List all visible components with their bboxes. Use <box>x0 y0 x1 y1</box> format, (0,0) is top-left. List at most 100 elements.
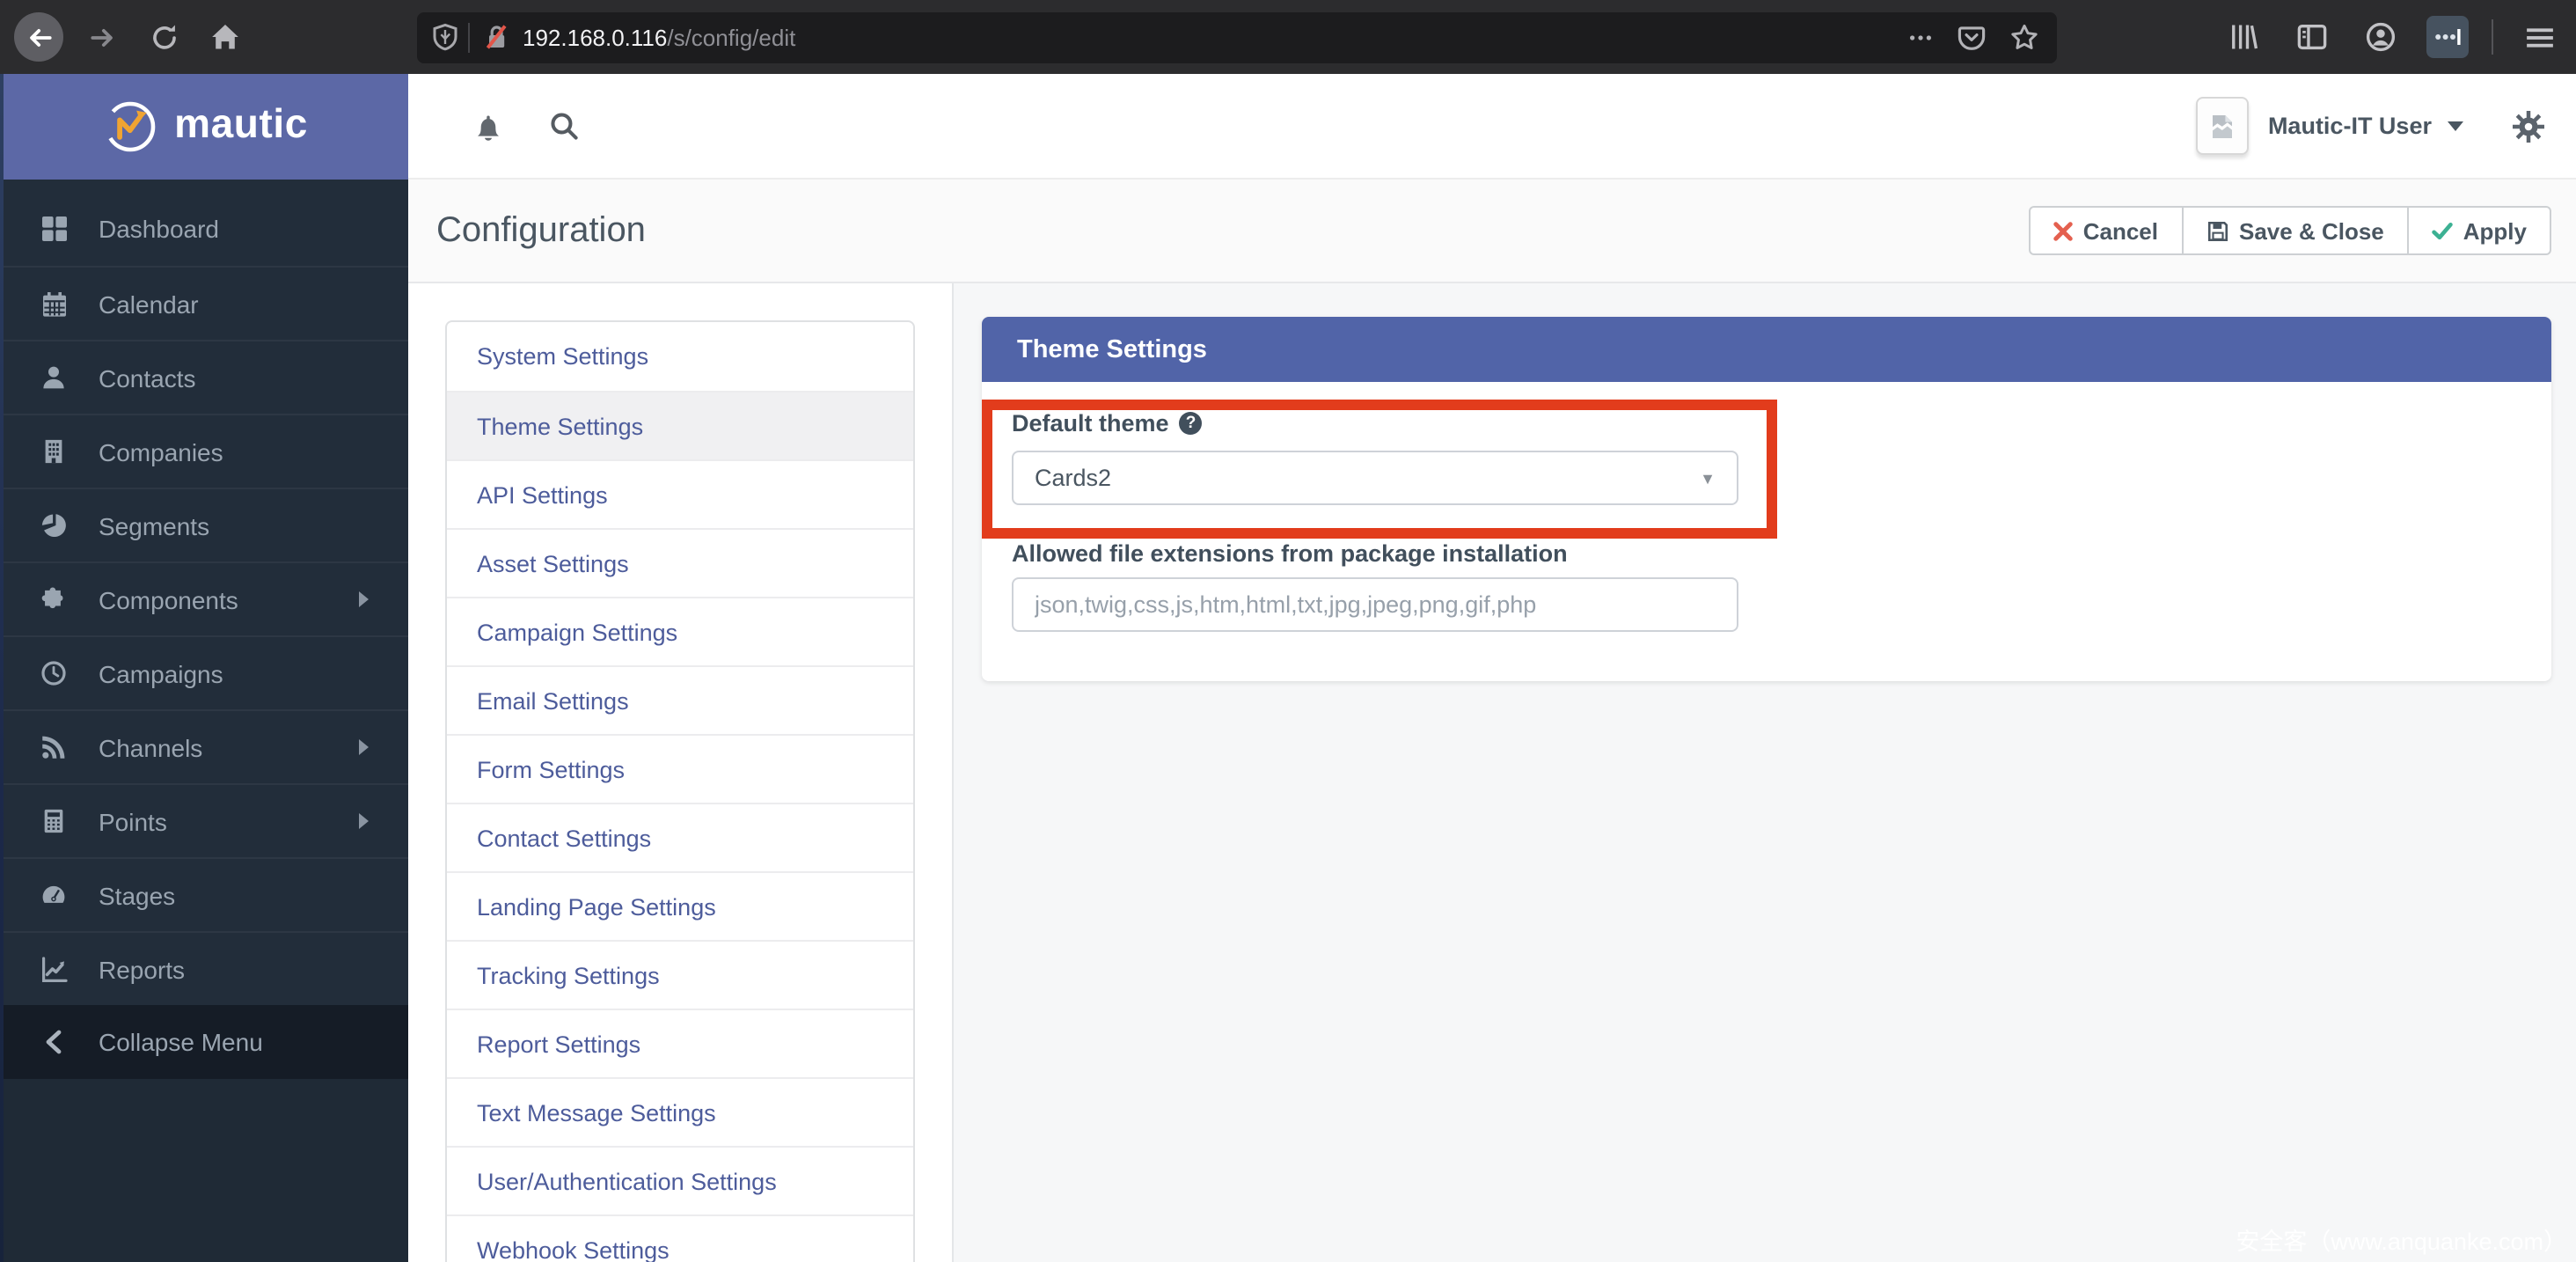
mautic-logo-icon <box>100 96 160 156</box>
url-bar[interactable]: 192.168.0.116/s/config/edit <box>417 11 2057 62</box>
help-question-icon[interactable]: ? <box>1179 412 1203 435</box>
select-caret-icon: ▼ <box>1700 469 1716 487</box>
sidebars-icon[interactable] <box>2289 14 2335 60</box>
settings-nav-item-contact[interactable]: Contact Settings <box>447 803 913 871</box>
pocket-icon[interactable] <box>1957 22 1987 52</box>
gauge-icon <box>39 882 69 908</box>
sidebar-item-label: Contacts <box>99 363 196 392</box>
sidebar-item-segments[interactable]: Segments <box>0 488 408 561</box>
settings-nav-item-email[interactable]: Email Settings <box>447 665 913 734</box>
sidebar-item-label: Calendar <box>99 290 199 318</box>
settings-nav-item-system[interactable]: System Settings <box>447 322 913 391</box>
cancel-button[interactable]: Cancel <box>2028 206 2183 255</box>
settings-nav-item-form[interactable]: Form Settings <box>447 734 913 803</box>
sidebar-item-points[interactable]: Points <box>0 783 408 857</box>
panel-title: Theme Settings <box>982 317 2551 382</box>
mautic-logo[interactable]: mautic <box>0 73 408 179</box>
sidebar-item-contacts[interactable]: Contacts <box>0 340 408 414</box>
save-close-button[interactable]: Save & Close <box>2181 206 2409 255</box>
page-header: Configuration Cancel Save & Close Apply <box>408 180 2576 283</box>
sidebar-item-campaigns[interactable]: Campaigns <box>0 635 408 709</box>
submenu-arrow-icon <box>359 813 370 829</box>
screen: 192.168.0.116/s/config/edit mautic Mauti… <box>0 0 2576 1262</box>
apply-button[interactable]: Apply <box>2406 206 2551 255</box>
sidebar-item-label: Components <box>99 585 238 613</box>
browser-toolbar: 192.168.0.116/s/config/edit <box>0 0 2576 74</box>
toolbar-separator <box>2492 19 2493 55</box>
insecure-lock-icon[interactable] <box>482 23 510 51</box>
sidebar-item-label: Companies <box>99 437 223 466</box>
cancel-x-icon <box>2053 221 2073 240</box>
settings-nav-item-tracking[interactable]: Tracking Settings <box>447 940 913 1009</box>
forward-button[interactable] <box>79 14 125 60</box>
sidebar-item-label: Campaigns <box>99 659 223 687</box>
password-manager-extension-icon[interactable] <box>2426 16 2469 58</box>
submenu-arrow-icon <box>359 739 370 755</box>
settings-nav-item-campaign[interactable]: Campaign Settings <box>447 597 913 665</box>
settings-nav-item-webhook[interactable]: Webhook Settings <box>447 1214 913 1262</box>
default-theme-value: Cards2 <box>1035 465 1112 491</box>
notifications-bell-icon[interactable] <box>473 110 503 142</box>
avatar[interactable] <box>2195 97 2249 155</box>
account-icon[interactable] <box>2358 14 2404 60</box>
settings-nav-item-asset[interactable]: Asset Settings <box>447 528 913 597</box>
sidebar-item-label: Reports <box>99 955 186 983</box>
collapse-menu-label: Collapse Menu <box>99 1028 263 1056</box>
page-actions-icon[interactable] <box>1907 24 1934 50</box>
sidebar-item-reports[interactable]: Reports <box>0 931 408 1005</box>
url-path: /s/config/edit <box>667 24 796 50</box>
url-text[interactable]: 192.168.0.116/s/config/edit <box>523 24 1907 50</box>
settings-nav-item-text-message[interactable]: Text Message Settings <box>447 1077 913 1146</box>
user-menu[interactable]: Mautic-IT User <box>2195 97 2497 155</box>
settings-nav-list: System Settings Theme Settings API Setti… <box>445 320 915 1262</box>
back-button[interactable] <box>14 12 63 62</box>
pie-chart-icon <box>39 512 69 539</box>
default-theme-label: Default theme <box>1012 410 1169 437</box>
settings-nav-item-api[interactable]: API Settings <box>447 459 913 528</box>
theme-settings-panel: Theme Settings Default theme ? Cards2 ▼ <box>982 317 2551 681</box>
settings-panel-area: Theme Settings Default theme ? Cards2 ▼ <box>954 283 2576 1262</box>
reload-icon <box>149 22 179 52</box>
menu-hamburger-icon[interactable] <box>2516 14 2562 60</box>
settings-gear-icon[interactable] <box>2513 110 2544 142</box>
sidebar-item-dashboard[interactable]: Dashboard <box>0 192 408 266</box>
sidebar-item-stages[interactable]: Stages <box>0 857 408 931</box>
sidebar-item-label: Dashboard <box>99 215 219 243</box>
browser-nav-buttons <box>14 12 248 62</box>
settings-nav-item-theme[interactable]: Theme Settings <box>447 391 913 459</box>
watermark: 安全客（www.anquanke.com） <box>2236 1229 2567 1255</box>
home-icon <box>209 21 241 53</box>
submenu-arrow-icon <box>359 591 370 607</box>
back-icon <box>24 22 54 52</box>
sidebar-item-components[interactable]: Components <box>0 561 408 635</box>
library-icon[interactable] <box>2221 14 2266 60</box>
sidebar-item-companies[interactable]: Companies <box>0 414 408 488</box>
default-theme-select[interactable]: Cards2 ▼ <box>1012 451 1738 505</box>
settings-nav-item-report[interactable]: Report Settings <box>447 1009 913 1077</box>
apply-label: Apply <box>2463 217 2527 244</box>
puzzle-icon <box>39 586 69 613</box>
floppy-disk-icon <box>2206 219 2228 242</box>
tracking-shield-icon[interactable] <box>431 23 459 51</box>
bookmark-star-icon[interactable] <box>2009 22 2039 52</box>
settings-nav-item-user-auth[interactable]: User/Authentication Settings <box>447 1146 913 1214</box>
sidebar-item-channels[interactable]: Channels <box>0 709 408 783</box>
sidebar-item-calendar[interactable]: Calendar <box>0 266 408 340</box>
cancel-label: Cancel <box>2082 217 2158 244</box>
calendar-icon <box>39 290 69 318</box>
home-button[interactable] <box>202 14 248 60</box>
search-icon[interactable] <box>549 111 579 141</box>
user-name[interactable]: Mautic-IT User <box>2268 113 2432 139</box>
sidebar-item-label: Stages <box>99 881 176 909</box>
forward-icon <box>87 22 117 52</box>
allowed-ext-input[interactable] <box>1012 577 1738 632</box>
sidebar: Dashboard Calendar Contacts Companies Se… <box>0 180 408 1262</box>
chevron-left-icon <box>39 1030 69 1054</box>
reload-button[interactable] <box>141 14 187 60</box>
apply-check-icon <box>2432 221 2453 240</box>
collapse-menu-button[interactable]: Collapse Menu <box>0 1005 408 1079</box>
panel-body: Default theme ? Cards2 ▼ Allowed file ex… <box>982 382 2551 681</box>
settings-nav-item-landing-page[interactable]: Landing Page Settings <box>447 871 913 940</box>
browser-right-buttons <box>2221 14 2562 60</box>
sidebar-item-label: Channels <box>99 733 203 761</box>
